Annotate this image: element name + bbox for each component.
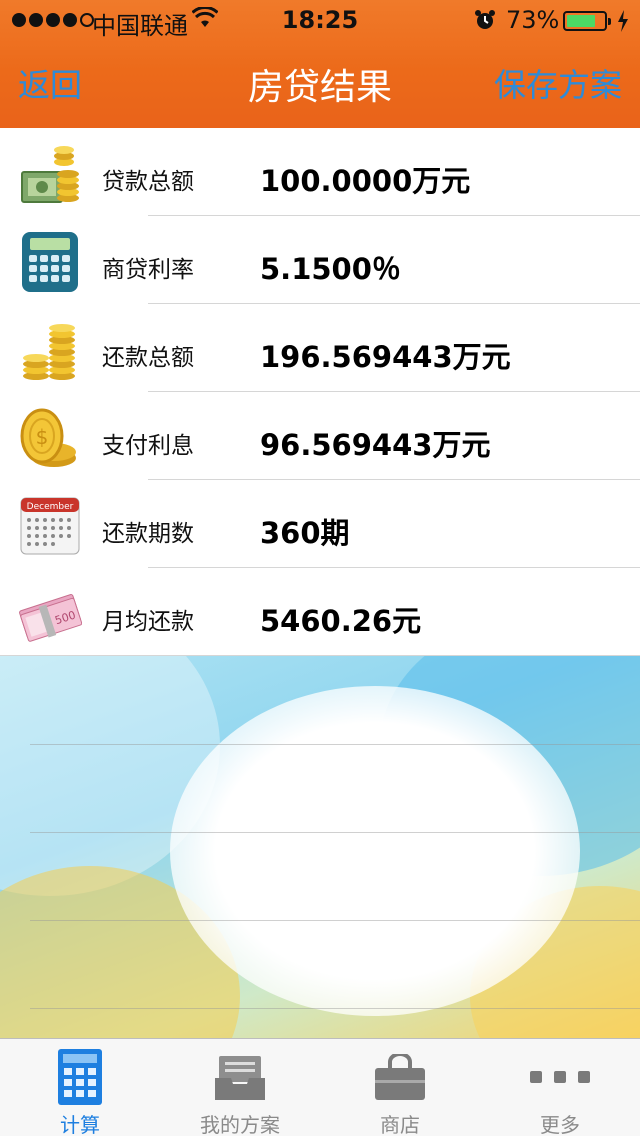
row-value: 5.1500％	[260, 252, 401, 286]
row-value: 196.569443万元	[260, 340, 511, 374]
tab-calculate[interactable]: 计算	[0, 1039, 160, 1136]
money-stack-icon	[18, 142, 82, 206]
row-label: 月均还款	[102, 609, 194, 635]
status-bar: 中国联通 18:25 73%	[0, 0, 640, 40]
tab-label: 商店	[380, 1113, 420, 1136]
tab-my-plans[interactable]: 我的方案	[160, 1039, 320, 1136]
save-plan-button[interactable]: 保存方案	[494, 60, 622, 106]
tab-store[interactable]: 商店	[320, 1039, 480, 1136]
tab-label: 我的方案	[200, 1113, 280, 1136]
row-label: 还款期数	[102, 521, 194, 547]
list-item-monthly-payment: 500 月均还款 5460.26元	[0, 568, 640, 656]
row-value: 5460.26元	[260, 604, 422, 638]
charging-bolt-icon	[617, 10, 629, 38]
banknotes-icon: 500	[18, 582, 83, 646]
svg-text:$: $	[36, 425, 49, 449]
tab-bar: 计算 我的方案 商店 更多	[0, 1038, 640, 1136]
calculator-tab-icon	[48, 1049, 112, 1105]
list-item-loan-total: 贷款总额 100.0000万元	[0, 128, 640, 216]
calculator-icon	[18, 230, 82, 294]
list-item-repayment-total: 还款总额 196.569443万元	[0, 304, 640, 392]
row-value: 360期	[260, 516, 350, 550]
header: 中国联通 18:25 73% 返回 房贷结果 保存方案	[0, 0, 640, 128]
row-value: 100.0000万元	[260, 164, 471, 198]
row-label: 支付利息	[102, 433, 194, 459]
row-value: 96.569443万元	[260, 428, 491, 462]
list-item-interest-paid: $ 支付利息 96.569443万元	[0, 392, 640, 480]
calendar-month-text: December	[27, 502, 74, 512]
list-item-repayment-periods: December 还款期数 360期	[0, 480, 640, 568]
calendar-icon: December	[18, 494, 82, 558]
coin-stack-icon	[18, 318, 82, 382]
result-list: 贷款总额 100.0000万元 商贷利率 5.1500％ 还款总额 196.56…	[0, 128, 640, 656]
battery-icon	[563, 11, 611, 31]
row-label: 还款总额	[102, 345, 194, 371]
more-dots-icon	[528, 1049, 592, 1105]
gold-coins-icon: $	[18, 406, 82, 470]
row-label: 贷款总额	[102, 169, 194, 195]
list-item-interest-rate: 商贷利率 5.1500％	[0, 216, 640, 304]
tab-more[interactable]: 更多	[480, 1039, 640, 1136]
tab-label: 更多	[540, 1113, 580, 1136]
battery-percentage: 73%	[506, 6, 560, 34]
shopping-bag-icon	[368, 1049, 432, 1105]
background-artwork	[0, 656, 640, 1038]
alarm-icon	[474, 9, 496, 37]
row-label: 商贷利率	[102, 257, 194, 283]
tab-label: 计算	[60, 1113, 100, 1136]
inbox-tray-icon	[208, 1049, 272, 1105]
